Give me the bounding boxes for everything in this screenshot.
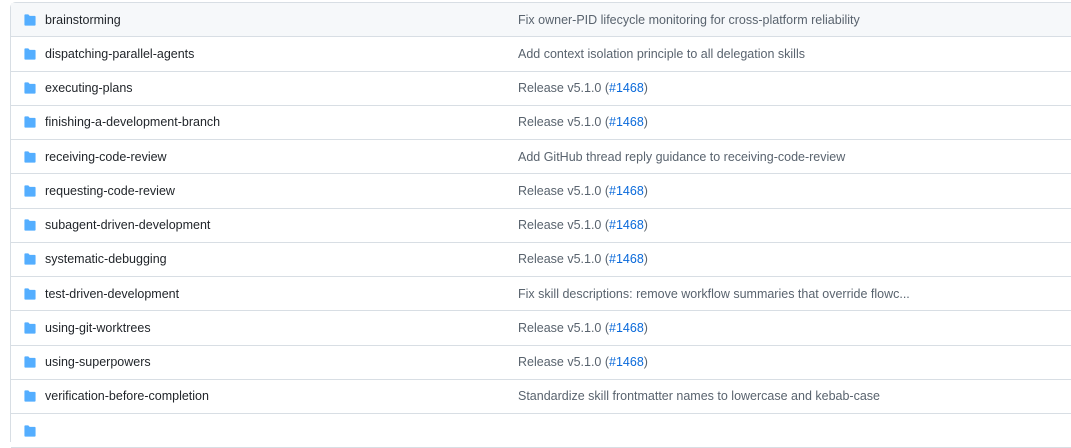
commit-message-link[interactable]: Release v5.1.0 ( — [518, 355, 609, 369]
latest-commit: Fix owner-PID lifecycle monitoring for c… — [518, 13, 860, 27]
latest-commit: Add GitHub thread reply guidance to rece… — [518, 150, 845, 164]
commit-message-link[interactable]: Release v5.1.0 ( — [518, 81, 609, 95]
folder-icon — [23, 425, 37, 437]
commit-message-link[interactable]: Fix owner-PID lifecycle monitoring for c… — [518, 13, 860, 27]
commit-message-link[interactable]: Standardize skill frontmatter names to l… — [518, 389, 880, 403]
commit-message-link[interactable]: Release v5.1.0 ( — [518, 218, 609, 232]
folder-name-link[interactable]: test-driven-development — [45, 287, 179, 301]
table-row[interactable]: systematic-debugging Release v5.1.0 (#14… — [11, 243, 1071, 277]
folder-icon — [23, 116, 37, 128]
folder-name-link[interactable]: receiving-code-review — [45, 150, 167, 164]
commit-message-link[interactable]: Release v5.1.0 ( — [518, 321, 609, 335]
folder-icon — [23, 14, 37, 26]
folder-name-link[interactable]: verification-before-completion — [45, 389, 209, 403]
commit-message-link[interactable]: Release v5.1.0 ( — [518, 252, 609, 266]
pull-request-link[interactable]: #1468 — [609, 355, 644, 369]
latest-commit: Release v5.1.0 (#1468) — [518, 355, 648, 369]
pull-request-link[interactable]: #1468 — [609, 218, 644, 232]
folder-icon — [23, 151, 37, 163]
pull-request-link[interactable]: #1468 — [609, 184, 644, 198]
folder-icon — [23, 48, 37, 60]
folder-icon — [23, 219, 37, 231]
latest-commit: Release v5.1.0 (#1468) — [518, 252, 648, 266]
folder-name-link[interactable]: executing-plans — [45, 81, 133, 95]
table-row[interactable] — [11, 414, 1071, 448]
commit-message-suffix: ) — [643, 355, 648, 370]
table-row[interactable]: test-driven-development Fix skill descri… — [11, 277, 1071, 312]
latest-commit: Release v5.1.0 (#1468) — [518, 184, 648, 198]
folder-name-link[interactable]: finishing-a-development-branch — [45, 115, 220, 129]
folder-name-link[interactable]: dispatching-parallel-agents — [45, 47, 194, 61]
commit-message-link[interactable]: Fix skill descriptions: remove workflow … — [518, 287, 910, 301]
commit-message-suffix: ) — [643, 115, 648, 130]
commit-message-link[interactable]: Add GitHub thread reply guidance to rece… — [518, 150, 845, 164]
commit-message-link[interactable]: Add context isolation principle to all d… — [518, 47, 805, 61]
pull-request-link[interactable]: #1468 — [609, 321, 644, 335]
folder-icon — [23, 288, 37, 300]
folder-name-link[interactable]: requesting-code-review — [45, 184, 175, 198]
folder-name-link[interactable]: brainstorming — [45, 13, 121, 27]
table-row[interactable]: receiving-code-review Add GitHub thread … — [11, 140, 1071, 175]
folder-name-link[interactable]: using-superpowers — [45, 355, 151, 369]
table-row[interactable]: using-git-worktrees Release v5.1.0 (#146… — [11, 311, 1071, 346]
file-list-table: brainstorming Fix owner-PID lifecycle mo… — [10, 2, 1071, 448]
pull-request-link[interactable]: #1468 — [609, 252, 644, 266]
commit-message-link[interactable]: Release v5.1.0 ( — [518, 115, 609, 129]
latest-commit: Fix skill descriptions: remove workflow … — [518, 287, 910, 301]
commit-message-suffix: ) — [643, 320, 648, 335]
commit-message-link[interactable]: Release v5.1.0 ( — [518, 184, 609, 198]
latest-commit: Release v5.1.0 (#1468) — [518, 115, 648, 129]
commit-message-suffix: ) — [643, 81, 648, 96]
folder-name-link[interactable]: systematic-debugging — [45, 252, 167, 266]
table-row[interactable]: subagent-driven-development Release v5.1… — [11, 209, 1071, 243]
folder-name-link[interactable]: using-git-worktrees — [45, 321, 151, 335]
latest-commit: Release v5.1.0 (#1468) — [518, 81, 648, 95]
latest-commit: Release v5.1.0 (#1468) — [518, 218, 648, 232]
folder-name-link[interactable]: subagent-driven-development — [45, 218, 210, 232]
folder-icon — [23, 185, 37, 197]
folder-icon — [23, 82, 37, 94]
latest-commit: Standardize skill frontmatter names to l… — [518, 389, 880, 403]
commit-message-suffix: ) — [643, 218, 648, 233]
table-row[interactable]: using-superpowers Release v5.1.0 (#1468) — [11, 346, 1071, 380]
table-row[interactable]: verification-before-completion Standardi… — [11, 380, 1071, 414]
commit-message-suffix: ) — [643, 183, 648, 198]
table-row[interactable]: executing-plans Release v5.1.0 (#1468) — [11, 72, 1071, 106]
latest-commit: Add context isolation principle to all d… — [518, 47, 805, 61]
pull-request-link[interactable]: #1468 — [609, 115, 644, 129]
table-row[interactable]: dispatching-parallel-agents Add context … — [11, 37, 1071, 72]
table-row[interactable]: requesting-code-review Release v5.1.0 (#… — [11, 174, 1071, 209]
latest-commit: Release v5.1.0 (#1468) — [518, 321, 648, 335]
pull-request-link[interactable]: #1468 — [609, 81, 644, 95]
folder-icon — [23, 356, 37, 368]
table-row[interactable]: finishing-a-development-branch Release v… — [11, 106, 1071, 140]
file-list-rows: brainstorming Fix owner-PID lifecycle mo… — [11, 3, 1071, 448]
table-row[interactable]: brainstorming Fix owner-PID lifecycle mo… — [11, 3, 1071, 38]
commit-message-suffix: ) — [643, 252, 648, 267]
folder-icon — [23, 253, 37, 265]
folder-icon — [23, 390, 37, 402]
folder-icon — [23, 322, 37, 334]
